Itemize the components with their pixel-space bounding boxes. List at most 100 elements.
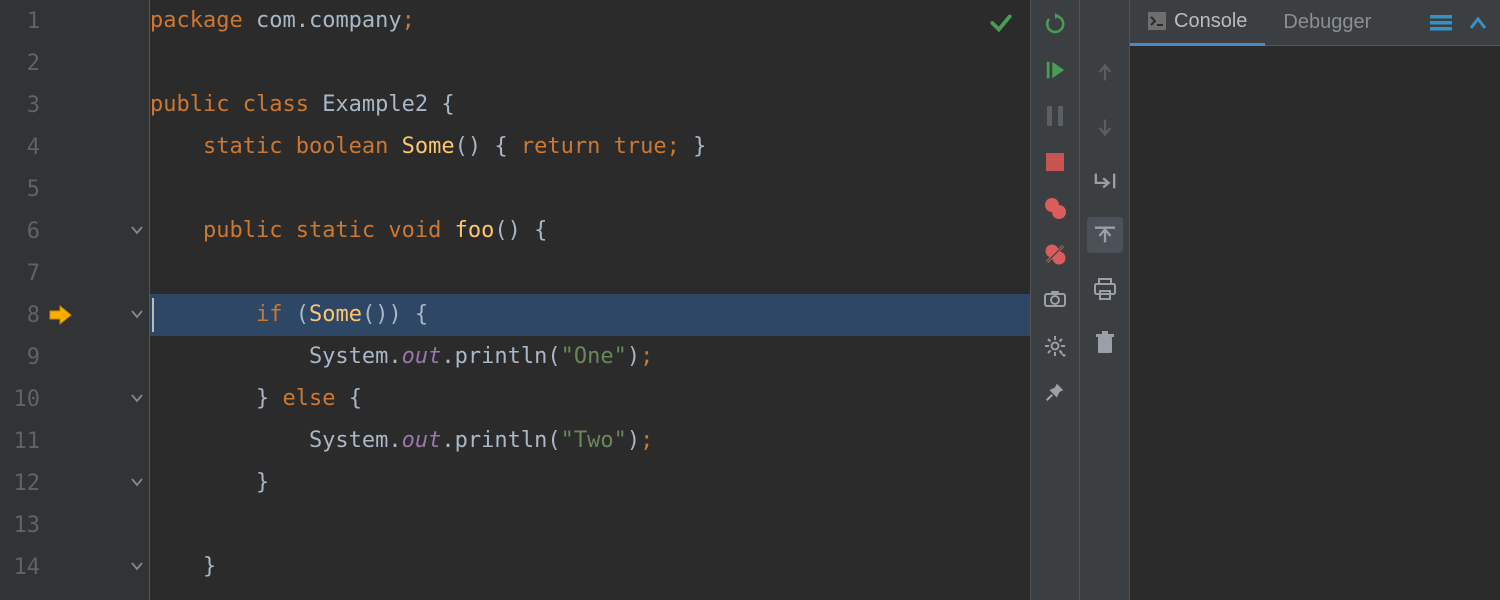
token-semi: ; [402, 8, 415, 33]
gutter-row[interactable]: 6 [0, 210, 149, 252]
token-plain: ( [296, 302, 309, 327]
code-line[interactable]: if (Some()) { [150, 294, 1030, 336]
view-breakpoints-button[interactable] [1041, 194, 1069, 222]
token-plain: } [693, 134, 706, 159]
gutter-row[interactable]: 9 [0, 336, 149, 378]
token-semi: ; [640, 428, 653, 453]
tab-debugger[interactable]: Debugger [1265, 0, 1389, 46]
gutter-row[interactable]: 8 [0, 294, 149, 336]
code-line[interactable]: } else { [150, 378, 1030, 420]
token-plain: () { [494, 218, 547, 243]
line-number: 14 [10, 555, 40, 580]
code-line[interactable]: System.out.println("Two"); [150, 420, 1030, 462]
force-step-into-button[interactable] [1087, 163, 1123, 199]
gutter-row[interactable]: 1 [0, 0, 149, 42]
gutter-row[interactable]: 2 [0, 42, 149, 84]
line-number: 13 [10, 513, 40, 538]
token-field: out [402, 344, 442, 369]
caret [152, 298, 154, 332]
thread-dump-button[interactable] [1041, 286, 1069, 314]
token-plain [150, 134, 203, 159]
token-plain: ) [627, 428, 640, 453]
step-into-button[interactable] [1087, 109, 1123, 145]
code-line[interactable]: System.out.println("One"); [150, 336, 1030, 378]
fold-handle-icon[interactable] [131, 308, 145, 322]
code-line[interactable]: static boolean Some() { return true; } [150, 126, 1030, 168]
token-plain: () { [455, 134, 521, 159]
gutter-row[interactable]: 10 [0, 378, 149, 420]
token-plain: System. [150, 428, 402, 453]
token-kw: if [256, 302, 296, 327]
fold-handle-icon[interactable] [131, 560, 145, 574]
settings-button[interactable] [1041, 332, 1069, 360]
step-over-button[interactable] [1087, 55, 1123, 91]
gutter-row[interactable]: 7 [0, 252, 149, 294]
token-plain: } [150, 470, 269, 495]
mute-breakpoints-button[interactable] [1041, 240, 1069, 268]
code-line[interactable] [150, 504, 1030, 546]
print-button[interactable] [1087, 271, 1123, 307]
fold-handle-icon[interactable] [131, 476, 145, 490]
token-str: "Two" [561, 428, 627, 453]
token-semi: ; [640, 344, 653, 369]
tab-console-label: Console [1174, 10, 1247, 33]
stop-button[interactable] [1041, 148, 1069, 176]
token-field: out [402, 428, 442, 453]
code-line[interactable]: package com.company; [150, 0, 1030, 42]
code-line[interactable]: } [150, 546, 1030, 588]
gutter-row[interactable]: 11 [0, 420, 149, 462]
line-number: 3 [10, 93, 40, 118]
layout-settings-icon[interactable] [1430, 14, 1452, 32]
token-plain: } [150, 386, 282, 411]
code-line[interactable] [150, 252, 1030, 294]
token-kw: public static void [203, 218, 455, 243]
rerun-button[interactable] [1041, 10, 1069, 38]
gutter-row[interactable]: 4 [0, 126, 149, 168]
token-plain: .println( [441, 428, 560, 453]
gutter-row[interactable]: 3 [0, 84, 149, 126]
gutter-row[interactable]: 13 [0, 504, 149, 546]
console-output[interactable] [1130, 46, 1500, 600]
code-line[interactable] [150, 42, 1030, 84]
token-plain [150, 218, 203, 243]
token-plain [150, 302, 256, 327]
token-kw: return true [521, 134, 667, 159]
code-line[interactable]: public static void foo() { [150, 210, 1030, 252]
editor-pane: 1234567891011121314 package com.company;… [0, 0, 1030, 600]
expand-icon[interactable] [1468, 14, 1488, 32]
line-number: 2 [10, 51, 40, 76]
code-line[interactable]: } [150, 462, 1030, 504]
code-line[interactable] [150, 168, 1030, 210]
pause-button[interactable] [1041, 102, 1069, 130]
fold-handle-icon[interactable] [131, 224, 145, 238]
resume-button[interactable] [1041, 56, 1069, 84]
inspection-ok-icon[interactable] [988, 10, 1014, 36]
code-line[interactable]: public class Example2 { [150, 84, 1030, 126]
line-number: 8 [10, 303, 40, 328]
console-tab-icon [1148, 12, 1166, 30]
gutter-row[interactable]: 14 [0, 546, 149, 588]
trash-button[interactable] [1087, 325, 1123, 361]
fold-handle-icon[interactable] [131, 392, 145, 406]
pin-button[interactable] [1041, 378, 1069, 406]
token-str: "One" [561, 344, 627, 369]
code-area[interactable]: package com.company; public class Example… [150, 0, 1030, 600]
token-plain: com.company [256, 8, 402, 33]
line-number: 9 [10, 345, 40, 370]
tab-debugger-label: Debugger [1283, 11, 1371, 34]
run-toolbar [1030, 0, 1080, 600]
token-kw: else [282, 386, 348, 411]
token-fn: Some [402, 134, 455, 159]
step-out-button[interactable] [1087, 217, 1123, 253]
editor-gutter: 1234567891011121314 [0, 0, 150, 600]
token-fn: foo [455, 218, 495, 243]
tab-console[interactable]: Console [1130, 0, 1265, 46]
gutter-row[interactable]: 12 [0, 462, 149, 504]
gutter-row[interactable]: 5 [0, 168, 149, 210]
token-plain: .println( [441, 344, 560, 369]
token-plain: Example2 { [322, 92, 454, 117]
token-kw: static boolean [203, 134, 402, 159]
line-number: 11 [10, 429, 40, 454]
line-number: 12 [10, 471, 40, 496]
line-number: 10 [10, 387, 40, 412]
